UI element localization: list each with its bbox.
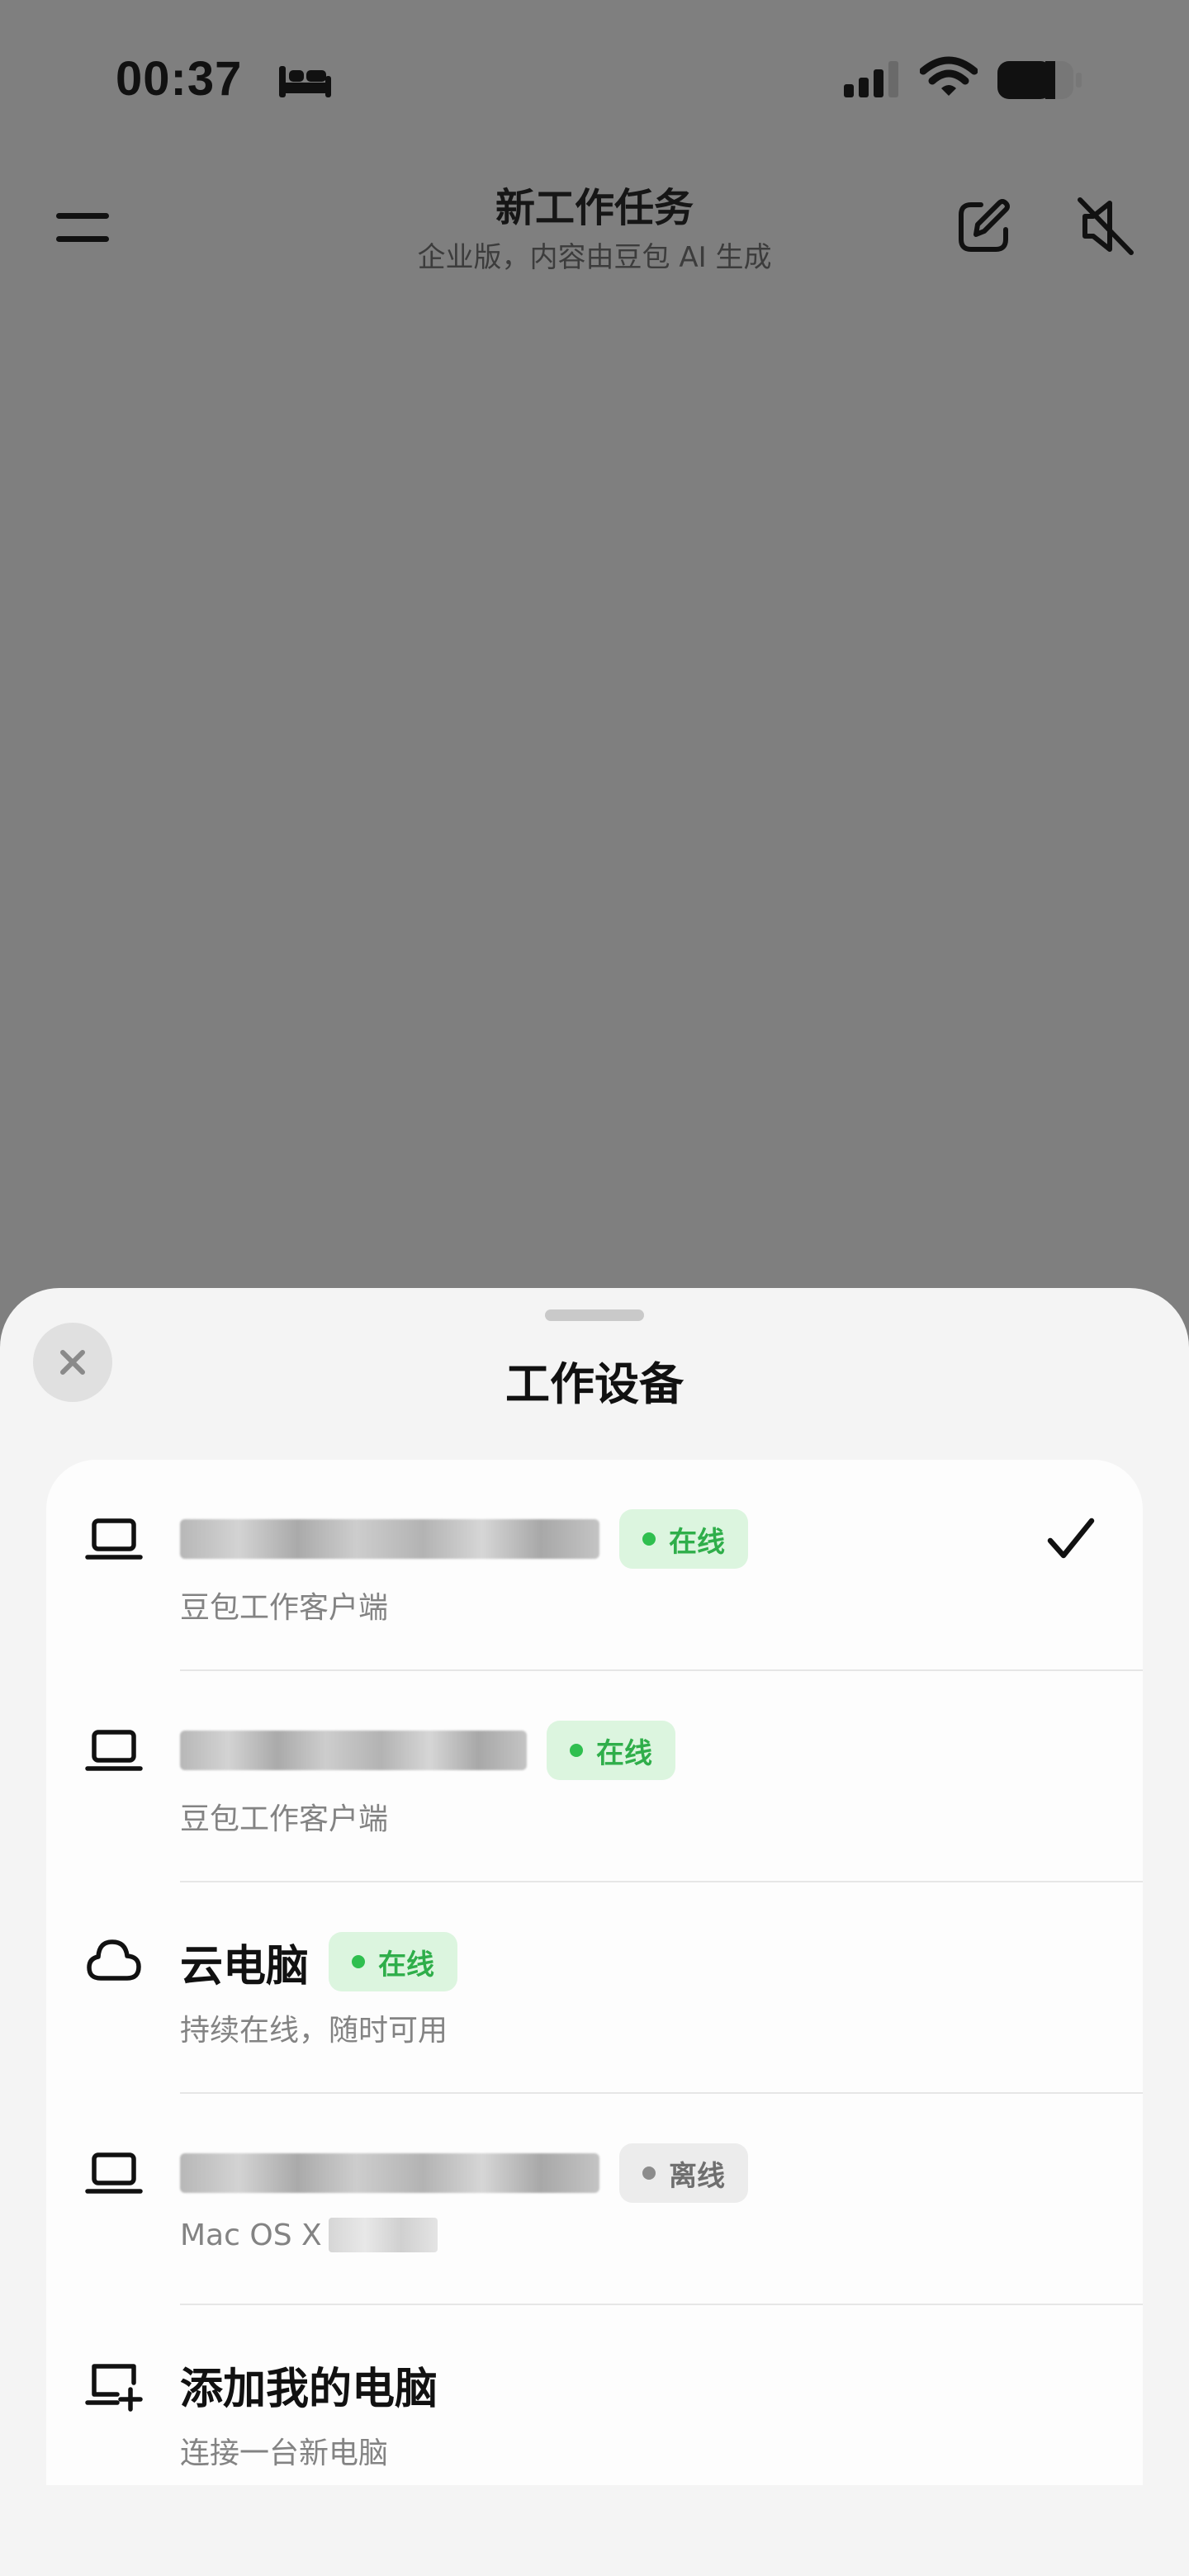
sheet-title: 工作设备 bbox=[505, 1358, 684, 1410]
status-badge: 离线 bbox=[619, 2143, 748, 2203]
laptop-icon bbox=[85, 1730, 143, 1771]
device-row[interactable]: 在线 豆包工作客户端 bbox=[46, 1460, 1143, 1671]
new-task-button[interactable] bbox=[951, 193, 1017, 259]
redacted-device-name bbox=[180, 1519, 599, 1559]
cellular-signal-icon bbox=[844, 61, 898, 97]
sheet-bottom-area bbox=[0, 2485, 1189, 2576]
add-computer-title: 添加我的电脑 bbox=[180, 2364, 438, 2414]
device-name: 在线 bbox=[180, 1719, 675, 1782]
status-time: 00:37 bbox=[116, 52, 243, 106]
status-label: 在线 bbox=[378, 1948, 435, 1982]
battery-icon bbox=[997, 61, 1082, 99]
status-label: 离线 bbox=[669, 2159, 725, 2193]
mute-button[interactable] bbox=[1073, 193, 1139, 259]
redacted-device-name bbox=[180, 1731, 527, 1770]
sheet-grabber[interactable] bbox=[545, 1309, 644, 1321]
cloud-icon bbox=[87, 1939, 141, 1981]
os-label: Mac OS X bbox=[180, 2218, 322, 2252]
compose-icon bbox=[959, 199, 1010, 252]
device-subtitle: 豆包工作客户端 bbox=[180, 1591, 389, 1625]
offline-dot bbox=[642, 2166, 656, 2180]
device-name: 在线 bbox=[180, 1508, 748, 1570]
redacted-os-version bbox=[328, 2218, 438, 2252]
add-computer-subtitle: 连接一台新电脑 bbox=[180, 2436, 389, 2470]
cloud-computer-name: 云电脑 bbox=[180, 1941, 310, 1991]
online-dot bbox=[570, 1744, 583, 1757]
laptop-icon bbox=[85, 1518, 143, 1560]
device-list: 在线 豆包工作客户端 在线 豆包工作客户端 云电脑 在线 持续在线，随时可用 离… bbox=[46, 1460, 1143, 2493]
add-computer-title-wrap: 添加我的电脑 bbox=[180, 2353, 438, 2416]
device-name: 离线 bbox=[180, 2142, 748, 2204]
online-dot bbox=[642, 1532, 656, 1546]
status-bar: 00:37 bbox=[0, 0, 1189, 165]
status-badge: 在线 bbox=[329, 1932, 458, 1991]
work-device-sheet: 工作设备 在线 豆包工作客户端 在线 豆包工作客户端 云电脑 在线 持续在线，随… bbox=[0, 1288, 1189, 2576]
redacted-device-name bbox=[180, 2153, 599, 2193]
device-subtitle: Mac OS X bbox=[180, 2218, 438, 2252]
add-computer-icon bbox=[85, 2364, 143, 2412]
device-subtitle: 豆包工作客户端 bbox=[180, 1802, 389, 1836]
device-row[interactable]: 离线 Mac OS X bbox=[46, 2094, 1143, 2305]
checkmark-icon bbox=[1047, 1518, 1095, 1559]
status-badge: 在线 bbox=[547, 1721, 675, 1780]
device-row[interactable]: 云电脑 在线 持续在线，随时可用 bbox=[46, 1882, 1143, 2094]
status-badge: 在线 bbox=[619, 1509, 748, 1569]
device-row[interactable]: 在线 豆包工作客户端 bbox=[46, 1671, 1143, 1882]
speaker-mute-icon bbox=[1078, 197, 1134, 255]
add-computer-row[interactable]: 添加我的电脑 连接一台新电脑 bbox=[46, 2305, 1143, 2493]
device-name: 云电脑 在线 bbox=[180, 1930, 458, 1993]
wifi-icon bbox=[920, 56, 978, 96]
device-subtitle: 持续在线，随时可用 bbox=[180, 2014, 448, 2048]
status-label: 在线 bbox=[596, 1736, 652, 1770]
nav-header: 新工作任务 企业版，内容由豆包 AI 生成 bbox=[0, 165, 1189, 289]
sleep-focus-icon bbox=[279, 66, 331, 97]
status-label: 在线 bbox=[669, 1525, 725, 1559]
laptop-icon bbox=[85, 2152, 143, 2194]
online-dot bbox=[352, 1955, 366, 1968]
